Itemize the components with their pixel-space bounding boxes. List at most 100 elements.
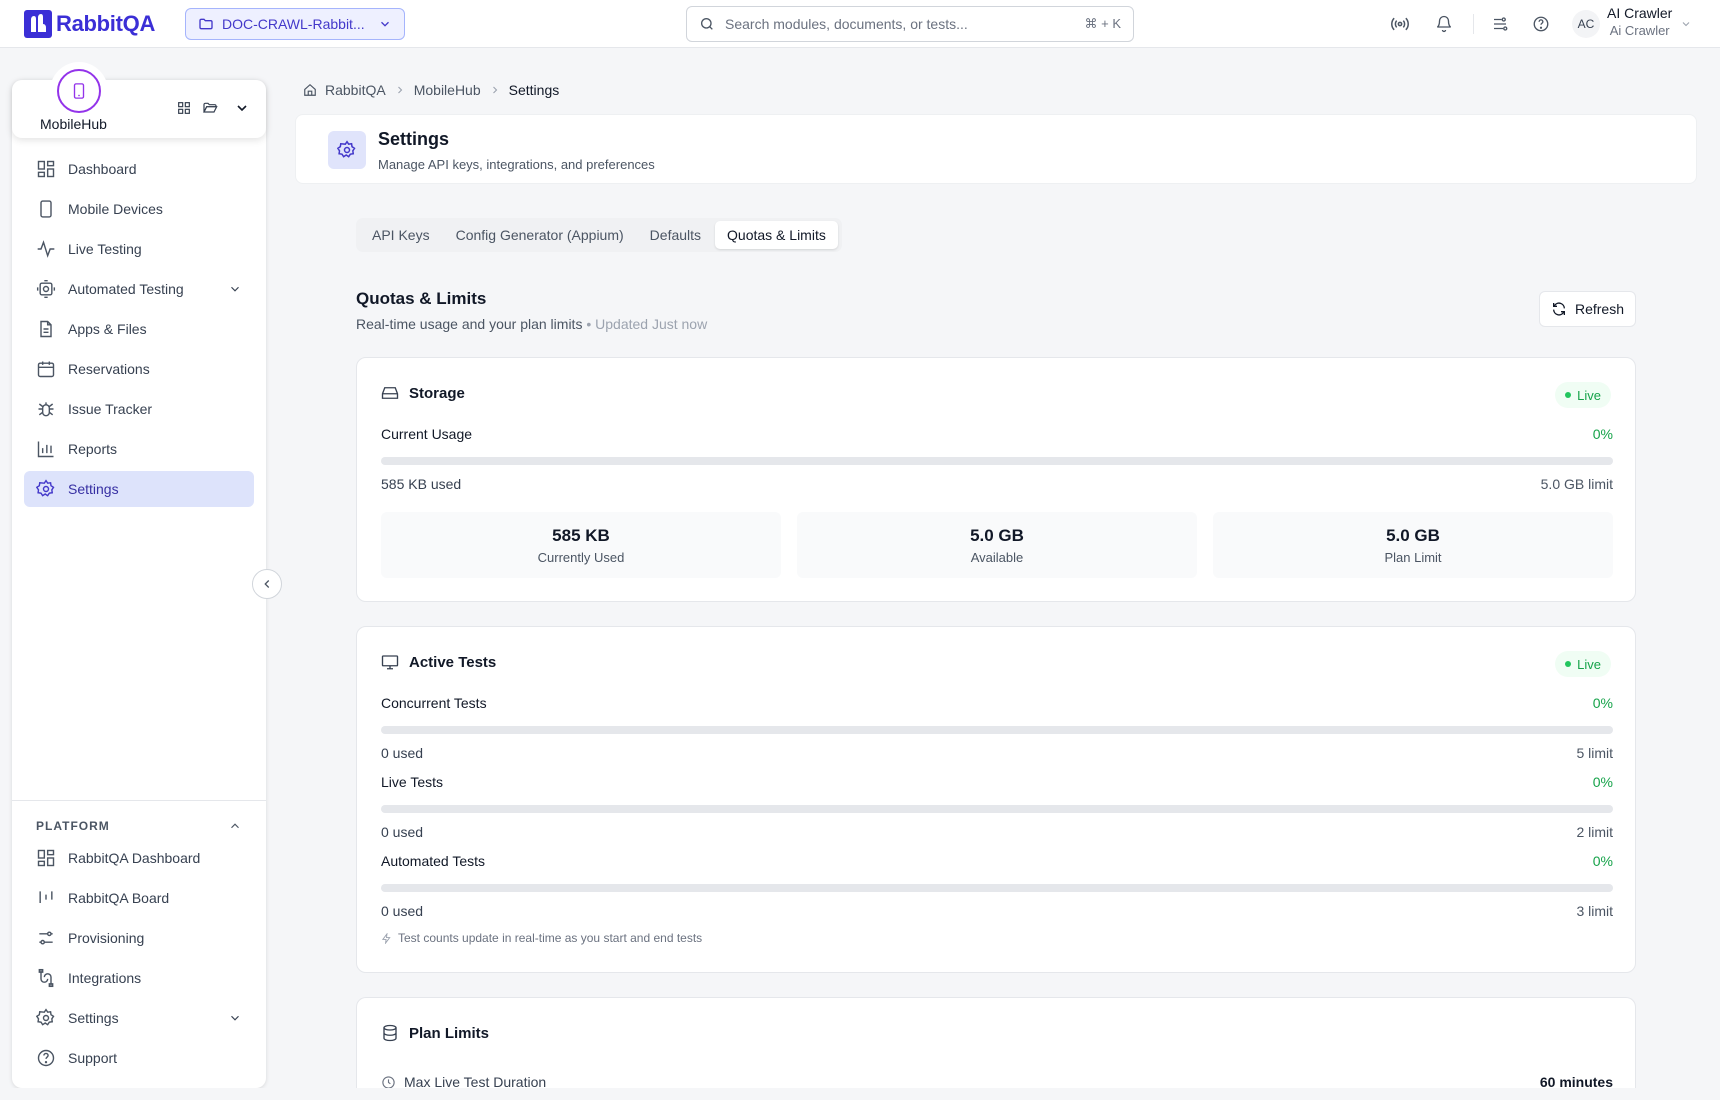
collapse-sidebar-button[interactable] bbox=[252, 569, 282, 599]
sidebar-item-rabbitqa-dashboard[interactable]: RabbitQA Dashboard bbox=[24, 840, 254, 876]
sidebar-item-automated-testing[interactable]: Automated Testing bbox=[24, 271, 254, 307]
sidebar-item-apps-files[interactable]: Apps & Files bbox=[24, 311, 254, 347]
section-title: Quotas & Limits bbox=[356, 289, 487, 308]
card-header: Plan Limits bbox=[381, 1024, 489, 1042]
home-icon bbox=[304, 83, 316, 96]
global-search[interactable]: ⌘ + K bbox=[686, 6, 1134, 42]
rabbit-logo-icon bbox=[24, 10, 52, 38]
chevron-down-icon[interactable] bbox=[1680, 18, 1692, 30]
breadcrumb-link-mobilehub[interactable]: MobileHub bbox=[414, 82, 481, 98]
search-input[interactable] bbox=[725, 16, 1075, 32]
top-bar: RabbitQA DOC-CRAWL-Rabbit... ⌘ + K AC AI… bbox=[0, 0, 1720, 48]
live-dot-icon bbox=[1565, 661, 1572, 667]
breadcrumb-link-rabbitqa[interactable]: RabbitQA bbox=[325, 82, 386, 98]
project-selector[interactable]: DOC-CRAWL-Rabbit... bbox=[185, 8, 405, 40]
file-icon bbox=[40, 320, 52, 338]
settings-tabs: API Keys Config Generator (Appium) Defau… bbox=[356, 218, 842, 252]
card-title: Storage bbox=[409, 384, 465, 402]
chevron-down-icon[interactable] bbox=[234, 100, 250, 116]
note-text: Test counts update in real-time as you s… bbox=[398, 931, 703, 945]
phone-icon bbox=[40, 200, 52, 218]
help-icon[interactable] bbox=[1530, 13, 1552, 35]
stat-tile: 5.0 GB Plan Limit bbox=[1213, 512, 1613, 578]
gear-icon bbox=[36, 479, 55, 497]
sidebar-item-label: Automated Testing bbox=[68, 281, 184, 297]
activity-icon bbox=[37, 240, 55, 258]
stat-tile: 5.0 GB Available bbox=[797, 512, 1197, 578]
sidebar-item-label: Dashboard bbox=[68, 161, 137, 177]
broadcast-icon[interactable] bbox=[1389, 13, 1411, 35]
help-icon bbox=[37, 1049, 55, 1067]
search-icon bbox=[699, 16, 715, 32]
platform-section-header[interactable]: PLATFORM bbox=[12, 800, 266, 833]
meter-label: Live Tests bbox=[381, 774, 443, 790]
meter-limit: 5 limit bbox=[1576, 745, 1613, 761]
sidebar-item-rabbitqa-board[interactable]: RabbitQA Board bbox=[24, 880, 254, 916]
user-menu[interactable]: AI Crawler Ai Crawler bbox=[1607, 5, 1672, 38]
folder-open-icon[interactable] bbox=[202, 100, 218, 116]
progress-bar bbox=[381, 726, 1613, 734]
theme-toggle-icon[interactable] bbox=[1489, 13, 1511, 35]
plan-limits-card: Plan Limits Max Live Test Duration 60 mi… bbox=[356, 997, 1636, 1100]
module-switcher[interactable]: MobileHub bbox=[12, 62, 266, 138]
stat-value: 5.0 GB bbox=[970, 525, 1024, 545]
status-badge-label: Live bbox=[1577, 387, 1601, 403]
database-icon bbox=[383, 1024, 397, 1042]
sidebar-item-integrations[interactable]: Integrations bbox=[24, 960, 254, 996]
app-name: RabbitQA bbox=[56, 11, 156, 36]
grid-icon[interactable] bbox=[176, 100, 192, 116]
sidebar-item-reports[interactable]: Reports bbox=[24, 431, 254, 467]
avatar[interactable]: AC bbox=[1572, 10, 1600, 38]
tab-quotas-limits[interactable]: Quotas & Limits bbox=[715, 221, 838, 249]
stat-label: Plan Limit bbox=[1384, 549, 1442, 565]
status-badge: Live bbox=[1555, 651, 1611, 677]
refresh-button[interactable]: Refresh bbox=[1539, 291, 1636, 327]
page-title: Settings bbox=[378, 129, 450, 149]
user-name: AI Crawler bbox=[1607, 5, 1673, 21]
refresh-label: Refresh bbox=[1574, 301, 1625, 317]
sidebar-item-settings[interactable]: Settings bbox=[24, 471, 254, 507]
search-shortcut: ⌘ + K bbox=[1084, 16, 1122, 31]
zap-icon bbox=[381, 932, 391, 944]
chevron-up-icon bbox=[231, 823, 239, 829]
tab-defaults[interactable]: Defaults bbox=[638, 221, 713, 249]
stat-label: Available bbox=[970, 549, 1024, 565]
platform-label: PLATFORM bbox=[36, 819, 110, 833]
meter-used: 585 KB used bbox=[381, 476, 462, 492]
calendar-icon bbox=[37, 361, 55, 378]
viewport-edge bbox=[0, 1088, 1720, 1100]
tab-config-generator[interactable]: Config Generator (Appium) bbox=[444, 221, 636, 249]
meter-label: Automated Tests bbox=[381, 853, 486, 869]
chevron-left-icon bbox=[264, 580, 270, 588]
meter-limit: 3 limit bbox=[1576, 903, 1613, 919]
sidebar-item-issue-tracker[interactable]: Issue Tracker bbox=[24, 391, 254, 427]
usage-meter: Current Usage 0% 585 KB used 5.0 GB limi… bbox=[381, 426, 1613, 492]
sidebar-item-label: Reservations bbox=[68, 361, 150, 377]
monitor-icon bbox=[381, 655, 399, 670]
hard-drive-icon bbox=[381, 387, 399, 399]
sidebar-item-dashboard[interactable]: Dashboard bbox=[24, 151, 254, 187]
mobile-phone-icon bbox=[57, 69, 101, 113]
sidebar-item-label: Support bbox=[68, 1050, 118, 1066]
bell-icon[interactable] bbox=[1433, 13, 1455, 35]
app-logo[interactable]: RabbitQA bbox=[24, 10, 155, 38]
sidebar-item-platform-settings[interactable]: Settings bbox=[24, 1000, 254, 1036]
sidebar-item-label: Settings bbox=[68, 1010, 119, 1026]
gear-icon bbox=[36, 1008, 55, 1026]
meter-label: Concurrent Tests bbox=[381, 695, 487, 711]
automated-tests-meter: Automated Tests 0% 0 used 3 limit bbox=[381, 853, 1613, 919]
card-title: Plan Limits bbox=[409, 1024, 490, 1042]
meter-limit: 2 limit bbox=[1576, 824, 1613, 840]
bot-icon bbox=[36, 279, 56, 299]
dashboard-icon bbox=[37, 849, 55, 867]
sidebar-item-label: RabbitQA Board bbox=[68, 890, 170, 906]
tab-api-keys[interactable]: API Keys bbox=[360, 221, 442, 249]
sidebar-item-live-testing[interactable]: Live Testing bbox=[24, 231, 254, 267]
refresh-icon bbox=[1552, 302, 1565, 316]
sidebar-item-reservations[interactable]: Reservations bbox=[24, 351, 254, 387]
sidebar-item-provisioning[interactable]: Provisioning bbox=[24, 920, 254, 956]
sidebar-item-support[interactable]: Support bbox=[24, 1040, 254, 1076]
storage-card: Storage Live Current Usage 0% 585 KB use… bbox=[356, 357, 1636, 602]
active-tests-card: Active Tests Live Concurrent Tests 0% 0 … bbox=[356, 626, 1636, 973]
sidebar-item-mobile-devices[interactable]: Mobile Devices bbox=[24, 191, 254, 227]
